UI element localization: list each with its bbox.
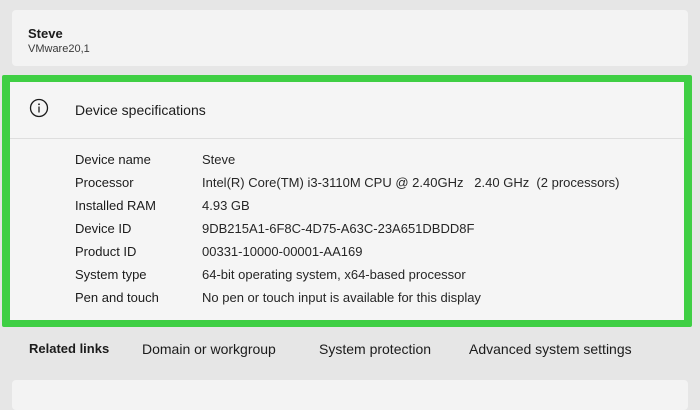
device-name-title: Steve <box>28 26 63 41</box>
spec-row-system-type: System type 64-bit operating system, x64… <box>75 267 675 287</box>
spec-label: Processor <box>75 175 134 190</box>
spec-label: Pen and touch <box>75 290 159 305</box>
system-protection-link[interactable]: System protection <box>319 341 431 357</box>
spec-value: 64-bit operating system, x64-based proce… <box>202 267 466 282</box>
next-section-card <box>12 380 688 410</box>
device-specifications-card: Device specifications Device name Steve … <box>10 82 684 320</box>
device-specifications-title: Device specifications <box>75 102 206 118</box>
device-specifications-header[interactable]: Device specifications <box>10 82 684 139</box>
spec-label: System type <box>75 267 147 282</box>
spec-label: Installed RAM <box>75 198 156 213</box>
spec-row-device-id: Device ID 9DB215A1-6F8C-4D75-A63C-23A651… <box>75 221 675 241</box>
advanced-system-settings-link[interactable]: Advanced system settings <box>469 341 632 357</box>
domain-or-workgroup-link[interactable]: Domain or workgroup <box>142 341 276 357</box>
spec-row-pen-and-touch: Pen and touch No pen or touch input is a… <box>75 290 675 310</box>
spec-value: 00331-10000-00001-AA169 <box>202 244 363 259</box>
spec-value: Steve <box>202 152 236 167</box>
spec-row-device-name: Device name Steve <box>75 152 675 172</box>
device-header-card: Steve VMware20,1 <box>12 10 688 66</box>
device-model-subtitle: VMware20,1 <box>28 43 90 55</box>
spec-value: 4.93 GB <box>202 198 250 213</box>
info-icon <box>29 98 49 118</box>
related-links-bar: Related links Domain or workgroup System… <box>0 330 700 374</box>
spec-row-installed-ram: Installed RAM 4.93 GB <box>75 198 675 218</box>
spec-row-processor: Processor Intel(R) Core(TM) i3-3110M CPU… <box>75 175 675 195</box>
spec-label: Device name <box>75 152 151 167</box>
spec-row-product-id: Product ID 00331-10000-00001-AA169 <box>75 244 675 264</box>
spec-value: No pen or touch input is available for t… <box>202 290 481 305</box>
spec-value: Intel(R) Core(TM) i3-3110M CPU @ 2.40GHz… <box>202 175 620 190</box>
spec-label: Device ID <box>75 221 132 236</box>
spec-label: Product ID <box>75 244 137 259</box>
spec-value: 9DB215A1-6F8C-4D75-A63C-23A651DBDD8F <box>202 221 475 236</box>
related-links-label: Related links <box>29 341 110 356</box>
